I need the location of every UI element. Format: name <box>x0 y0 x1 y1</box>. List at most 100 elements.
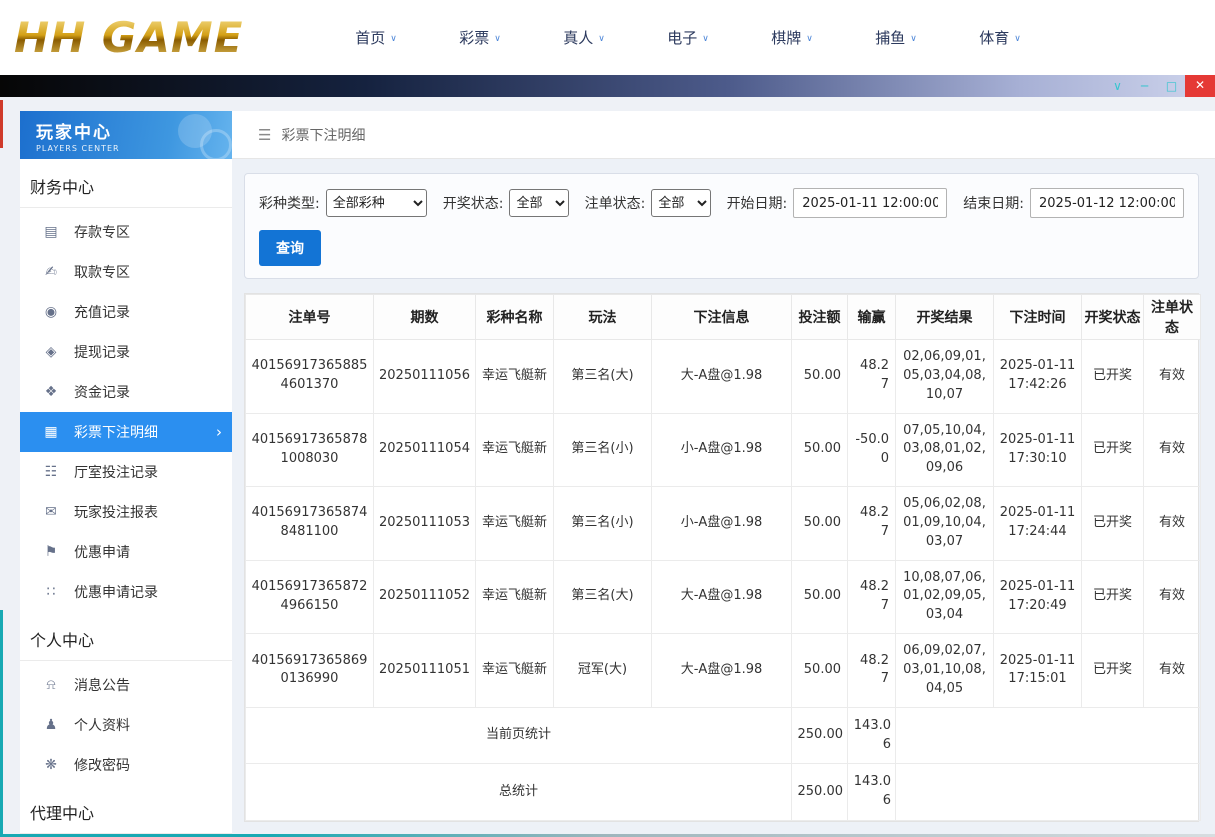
sidebar-item-player-bet-report[interactable]: ✉ 玩家投注报表 <box>20 492 232 532</box>
table-cell: 48.27 <box>847 486 896 561</box>
draw-status-select[interactable]: 全部 <box>509 189 569 217</box>
table-cell: 50.00 <box>791 486 848 561</box>
sidebar-item-announcements[interactable]: ⍾ 消息公告 <box>20 665 232 705</box>
nav-item-sports[interactable]: 体育 ∨ <box>948 27 1052 48</box>
table-cell: 有效 <box>1143 633 1201 708</box>
list-icon: ☷ <box>44 464 58 480</box>
table-row: 401569173658781008030 20250111054 幸运飞艇新 第三名… <box>245 412 1201 488</box>
sidebar-item-promo-apply[interactable]: ⚑ 优惠申请 <box>20 532 232 572</box>
sidebar: 玩家中心 PLAYERS CENTER 财务中心 ▤ 存款专区 ✍ 取款专区 ◉… <box>20 111 232 837</box>
sidebar-item-change-password[interactable]: ❋ 修改密码 <box>20 745 232 785</box>
table-cell: 05,06,02,08,01,09,10,04,03,07 <box>895 486 994 561</box>
table-cell: 48.27 <box>847 559 896 635</box>
sidebar-item-label: 个人资料 <box>74 718 130 734</box>
coin-icon: ◈ <box>45 344 57 360</box>
sidebar-item-funds-records[interactable]: ❖ 资金记录 <box>20 372 232 412</box>
lottery-type-select[interactable]: 全部彩种 <box>325 189 427 217</box>
sidebar-title: 玩家中心 <box>36 123 112 143</box>
table-cell: 50.00 <box>791 339 848 414</box>
page-title: 彩票下注明细 <box>281 127 366 144</box>
table-cell: 48.27 <box>847 339 896 414</box>
table-cell: 2025-01-11 17:42:26 <box>993 339 1082 414</box>
window-chevron-icon[interactable]: ∨ <box>1104 75 1131 97</box>
table-cell: 大-A盘@1.98 <box>651 559 792 635</box>
table-cell: 幸运飞艇新 <box>475 633 554 708</box>
table-cell: 幸运飞艇新 <box>475 559 554 635</box>
sidebar-item-lottery-bet-details[interactable]: ▦ 彩票下注明细 › <box>20 412 232 452</box>
nav-item-fishing[interactable]: 捕鱼 ∨ <box>844 27 948 48</box>
window-titlebar: ∨ ─ □ ✕ <box>0 75 1215 97</box>
table-cell: 第三名(大) <box>553 339 652 414</box>
summary-winloss-total: 143.06 <box>847 763 896 822</box>
start-date-input[interactable] <box>793 188 948 218</box>
sidebar-item-withdrawal-records[interactable]: ◈ 提现记录 <box>20 332 232 372</box>
column-header: 玩法 <box>553 294 652 340</box>
column-header: 开奖状态 <box>1081 294 1144 340</box>
sidebar-item-profile[interactable]: ♟ 个人资料 <box>20 705 232 745</box>
end-date-label: 结束日期: <box>963 196 1024 212</box>
table-cell: 有效 <box>1143 412 1201 488</box>
sidebar-item-withdraw-zone[interactable]: ✍ 取款专区 <box>20 252 232 292</box>
window-close-button[interactable]: ✕ <box>1185 75 1215 97</box>
nav-label: 首页 <box>355 29 386 47</box>
nav-item-live[interactable]: 真人 ∨ <box>532 27 636 48</box>
sidebar-item-hall-bet-records[interactable]: ☷ 厅室投注记录 <box>20 452 232 492</box>
table-cell: 07,05,10,04,03,08,01,02,09,06 <box>895 412 994 488</box>
table-cell: 已开奖 <box>1081 412 1144 488</box>
table-cell: 10,08,07,06,01,02,09,05,03,04 <box>895 559 994 635</box>
chevron-down-icon: ∨ <box>390 33 397 44</box>
recharge-icon: ◉ <box>44 304 58 320</box>
table-cell: 小-A盘@1.98 <box>651 486 792 561</box>
sidebar-item-label: 玩家投注报表 <box>74 505 158 521</box>
ledger-icon: ▦ <box>44 424 58 440</box>
column-header: 期数 <box>373 294 476 340</box>
table-cell: 有效 <box>1143 339 1201 414</box>
table-cell: 06,09,02,07,03,01,10,08,04,05 <box>895 633 994 708</box>
end-date-input[interactable] <box>1030 188 1184 218</box>
menu-icon[interactable]: ☰ <box>258 126 271 144</box>
table-cell: 已开奖 <box>1081 486 1144 561</box>
query-button[interactable]: 查询 <box>259 230 321 266</box>
nav-item-slots[interactable]: 电子 ∨ <box>636 27 740 48</box>
table-cell: 冠军(大) <box>553 633 652 708</box>
main-nav: 首页 ∨ 彩票 ∨ 真人 ∨ 电子 ∨ 棋牌 ∨ 捕鱼 ∨ 体育 ∨ <box>324 27 1052 48</box>
window-maximize-button[interactable]: □ <box>1158 75 1185 97</box>
summary-label: 总统计 <box>245 763 792 822</box>
table-cell: 大-A盘@1.98 <box>651 339 792 414</box>
summary-label: 当前页统计 <box>245 706 792 765</box>
table-cell: 20250111053 <box>373 486 476 561</box>
chevron-down-icon: ∨ <box>1014 33 1021 44</box>
table-cell: 第三名(小) <box>553 486 652 561</box>
sidebar-subtitle: PLAYERS CENTER <box>36 144 120 153</box>
table-cell: 50.00 <box>791 633 848 708</box>
sidebar-item-label: 资金记录 <box>74 385 130 401</box>
sidebar-item-deposit[interactable]: ▤ 存款专区 <box>20 212 232 252</box>
nav-label: 电子 <box>667 29 698 47</box>
table-cell: 幸运飞艇新 <box>475 412 554 488</box>
table-cell: 48.27 <box>847 633 896 708</box>
flag-icon: ⚑ <box>44 544 58 560</box>
table-cell: 401569173658781008030 <box>245 412 374 488</box>
sidebar-item-promo-apply-records[interactable]: ∷ 优惠申请记录 <box>20 572 232 612</box>
window-minimize-button[interactable]: ─ <box>1131 75 1158 97</box>
bell-icon: ⍾ <box>46 677 56 693</box>
chevron-right-icon: › <box>216 423 222 441</box>
site-logo[interactable]: HH GAME <box>14 13 296 62</box>
site-header: HH GAME 首页 ∨ 彩票 ∨ 真人 ∨ 电子 ∨ 棋牌 ∨ 捕鱼 ∨ 体育… <box>0 0 1215 75</box>
sidebar-item-label: 提现记录 <box>74 345 130 361</box>
sidebar-item-recharge-records[interactable]: ◉ 充值记录 <box>20 292 232 332</box>
lottery-type-label: 彩种类型: <box>259 196 320 212</box>
table-row: 401569173658748481100 20250111053 幸运飞艇新 第三名… <box>245 486 1201 561</box>
nav-item-chess[interactable]: 棋牌 ∨ <box>740 27 844 48</box>
table-cell: 第三名(小) <box>553 412 652 488</box>
start-date-label: 开始日期: <box>726 196 788 212</box>
order-status-select[interactable]: 全部 <box>651 189 711 217</box>
summary-empty-cell <box>895 706 1201 765</box>
nav-item-lottery[interactable]: 彩票 ∨ <box>428 27 532 48</box>
sidebar-item-label: 充值记录 <box>74 305 130 321</box>
table-row: 401569173658724966150 20250111052 幸运飞艇新 第三名… <box>245 559 1201 635</box>
table-cell: 20250111056 <box>373 339 476 414</box>
nav-item-home[interactable]: 首页 ∨ <box>324 27 428 48</box>
column-header: 注单号 <box>245 294 374 340</box>
table-cell: 大-A盘@1.98 <box>651 633 792 708</box>
